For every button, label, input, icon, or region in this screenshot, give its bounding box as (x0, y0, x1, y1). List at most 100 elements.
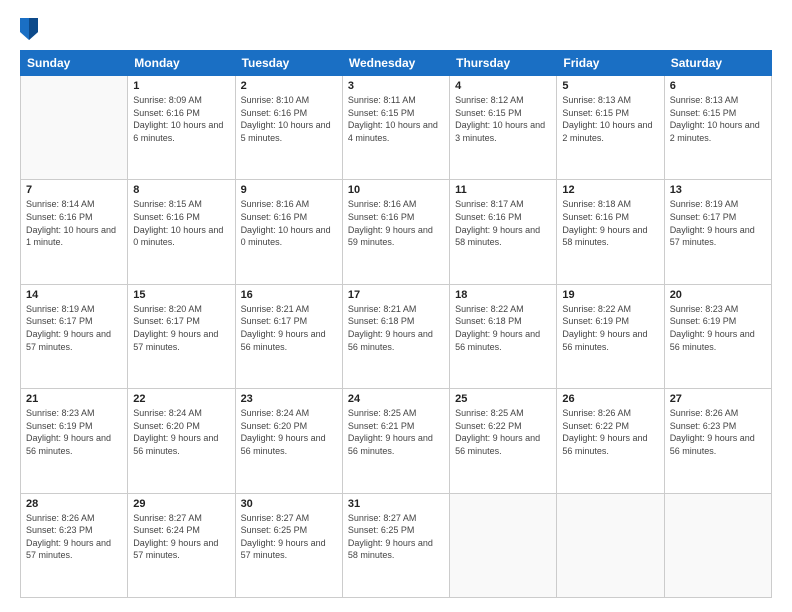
day-number: 22 (133, 393, 229, 405)
cell-info: Sunrise: 8:10 AMSunset: 6:16 PMDaylight:… (241, 94, 337, 144)
cell-info: Sunrise: 8:20 AMSunset: 6:17 PMDaylight:… (133, 303, 229, 353)
calendar-cell: 30 Sunrise: 8:27 AMSunset: 6:25 PMDayligh… (235, 493, 342, 597)
calendar-cell: 1 Sunrise: 8:09 AMSunset: 6:16 PMDaylight… (128, 76, 235, 180)
cell-info: Sunrise: 8:27 AMSunset: 6:25 PMDaylight:… (348, 512, 444, 562)
calendar-cell: 19Sunrise: 8:22 AMSunset: 6:19 PMDayligh… (557, 284, 664, 388)
day-number: 13 (670, 184, 766, 196)
day-number: 4 (455, 80, 551, 92)
calendar-cell: 7Sunrise: 8:14 AMSunset: 6:16 PMDaylight… (21, 180, 128, 284)
day-number: 15 (133, 289, 229, 301)
cell-info: Sunrise: 8:24 AMSunset: 6:20 PMDaylight:… (241, 407, 337, 457)
calendar-cell: 23 Sunrise: 8:24 AMSunset: 6:20 PMDayligh… (235, 389, 342, 493)
cell-info: Sunrise: 8:21 AMSunset: 6:18 PMDaylight:… (348, 303, 444, 353)
cell-info: Sunrise: 8:12 AMSunset: 6:15 PMDaylight:… (455, 94, 551, 144)
cell-info: Sunrise: 8:26 AMSunset: 6:23 PMDaylight:… (670, 407, 766, 457)
day-number: 14 (26, 289, 122, 301)
calendar-week-1: 7Sunrise: 8:14 AMSunset: 6:16 PMDaylight… (21, 180, 772, 284)
day-number: 24 (348, 393, 444, 405)
calendar-cell: 17 Sunrise: 8:21 AMSunset: 6:18 PMDayligh… (342, 284, 449, 388)
day-number: 11 (455, 184, 551, 196)
cell-info: Sunrise: 8:19 AMSunset: 6:17 PMDaylight:… (670, 198, 766, 248)
day-header-friday: Friday (557, 51, 664, 76)
calendar-header-row: SundayMondayTuesdayWednesdayThursdayFrid… (21, 51, 772, 76)
cell-info: Sunrise: 8:26 AMSunset: 6:23 PMDaylight:… (26, 512, 122, 562)
day-number: 27 (670, 393, 766, 405)
cell-info: Sunrise: 8:19 AMSunset: 6:17 PMDaylight:… (26, 303, 122, 353)
calendar-week-4: 28 Sunrise: 8:26 AMSunset: 6:23 PMDayligh… (21, 493, 772, 597)
logo-icon (20, 18, 38, 40)
calendar-cell: 9Sunrise: 8:16 AMSunset: 6:16 PMDaylight… (235, 180, 342, 284)
day-number: 18 (455, 289, 551, 301)
cell-info: Sunrise: 8:17 AMSunset: 6:16 PMDaylight:… (455, 198, 551, 248)
cell-info: Sunrise: 8:25 AMSunset: 6:21 PMDaylight:… (348, 407, 444, 457)
calendar-cell: 26 Sunrise: 8:26 AMSunset: 6:22 PMDayligh… (557, 389, 664, 493)
cell-info: Sunrise: 8:18 AMSunset: 6:16 PMDaylight:… (562, 198, 658, 248)
day-number: 20 (670, 289, 766, 301)
calendar-cell: 31 Sunrise: 8:27 AMSunset: 6:25 PMDayligh… (342, 493, 449, 597)
calendar-cell: 5 Sunrise: 8:13 AMSunset: 6:15 PMDaylight… (557, 76, 664, 180)
day-number: 31 (348, 498, 444, 510)
day-number: 12 (562, 184, 658, 196)
cell-info: Sunrise: 8:16 AMSunset: 6:16 PMDaylight:… (241, 198, 337, 248)
calendar-table: SundayMondayTuesdayWednesdayThursdayFrid… (20, 50, 772, 598)
day-header-wednesday: Wednesday (342, 51, 449, 76)
day-header-monday: Monday (128, 51, 235, 76)
calendar-cell: 6 Sunrise: 8:13 AMSunset: 6:15 PMDaylight… (664, 76, 771, 180)
day-number: 26 (562, 393, 658, 405)
calendar-cell: 29Sunrise: 8:27 AMSunset: 6:24 PMDayligh… (128, 493, 235, 597)
day-header-sunday: Sunday (21, 51, 128, 76)
day-number: 19 (562, 289, 658, 301)
calendar-cell: 16Sunrise: 8:21 AMSunset: 6:17 PMDayligh… (235, 284, 342, 388)
calendar-cell: 24 Sunrise: 8:25 AMSunset: 6:21 PMDayligh… (342, 389, 449, 493)
calendar-cell: 18Sunrise: 8:22 AMSunset: 6:18 PMDayligh… (450, 284, 557, 388)
calendar-cell: 3Sunrise: 8:11 AMSunset: 6:15 PMDaylight… (342, 76, 449, 180)
calendar-cell: 13 Sunrise: 8:19 AMSunset: 6:17 PMDayligh… (664, 180, 771, 284)
cell-info: Sunrise: 8:24 AMSunset: 6:20 PMDaylight:… (133, 407, 229, 457)
calendar-cell: 28 Sunrise: 8:26 AMSunset: 6:23 PMDayligh… (21, 493, 128, 597)
calendar-week-2: 14 Sunrise: 8:19 AMSunset: 6:17 PMDayligh… (21, 284, 772, 388)
day-number: 6 (670, 80, 766, 92)
day-header-saturday: Saturday (664, 51, 771, 76)
cell-info: Sunrise: 8:09 AMSunset: 6:16 PMDaylight:… (133, 94, 229, 144)
day-number: 25 (455, 393, 551, 405)
cell-info: Sunrise: 8:13 AMSunset: 6:15 PMDaylight:… (562, 94, 658, 144)
cell-info: Sunrise: 8:26 AMSunset: 6:22 PMDaylight:… (562, 407, 658, 457)
cell-info: Sunrise: 8:14 AMSunset: 6:16 PMDaylight:… (26, 198, 122, 248)
day-header-tuesday: Tuesday (235, 51, 342, 76)
cell-info: Sunrise: 8:27 AMSunset: 6:25 PMDaylight:… (241, 512, 337, 562)
calendar-cell (557, 493, 664, 597)
calendar-cell: 4 Sunrise: 8:12 AMSunset: 6:15 PMDaylight… (450, 76, 557, 180)
cell-info: Sunrise: 8:11 AMSunset: 6:15 PMDaylight:… (348, 94, 444, 144)
day-number: 2 (241, 80, 337, 92)
calendar-cell: 21Sunrise: 8:23 AMSunset: 6:19 PMDayligh… (21, 389, 128, 493)
calendar-cell: 27 Sunrise: 8:26 AMSunset: 6:23 PMDayligh… (664, 389, 771, 493)
cell-info: Sunrise: 8:13 AMSunset: 6:15 PMDaylight:… (670, 94, 766, 144)
calendar-cell: 2 Sunrise: 8:10 AMSunset: 6:16 PMDaylight… (235, 76, 342, 180)
day-number: 17 (348, 289, 444, 301)
calendar-cell: 8Sunrise: 8:15 AMSunset: 6:16 PMDaylight… (128, 180, 235, 284)
day-number: 5 (562, 80, 658, 92)
calendar-cell: 20 Sunrise: 8:23 AMSunset: 6:19 PMDayligh… (664, 284, 771, 388)
calendar-cell: 12 Sunrise: 8:18 AMSunset: 6:16 PMDayligh… (557, 180, 664, 284)
header (20, 18, 772, 40)
calendar-cell (21, 76, 128, 180)
day-number: 1 (133, 80, 229, 92)
calendar-cell: 10Sunrise: 8:16 AMSunset: 6:16 PMDayligh… (342, 180, 449, 284)
calendar-cell (664, 493, 771, 597)
calendar-cell: 14 Sunrise: 8:19 AMSunset: 6:17 PMDayligh… (21, 284, 128, 388)
day-number: 16 (241, 289, 337, 301)
day-number: 10 (348, 184, 444, 196)
day-number: 30 (241, 498, 337, 510)
logo (20, 18, 41, 40)
calendar-cell (450, 493, 557, 597)
day-number: 28 (26, 498, 122, 510)
cell-info: Sunrise: 8:25 AMSunset: 6:22 PMDaylight:… (455, 407, 551, 457)
page: SundayMondayTuesdayWednesdayThursdayFrid… (0, 0, 792, 612)
day-number: 29 (133, 498, 229, 510)
calendar-cell: 25 Sunrise: 8:25 AMSunset: 6:22 PMDayligh… (450, 389, 557, 493)
day-number: 23 (241, 393, 337, 405)
cell-info: Sunrise: 8:23 AMSunset: 6:19 PMDaylight:… (670, 303, 766, 353)
calendar-week-0: 1 Sunrise: 8:09 AMSunset: 6:16 PMDaylight… (21, 76, 772, 180)
calendar-cell: 15 Sunrise: 8:20 AMSunset: 6:17 PMDayligh… (128, 284, 235, 388)
calendar-cell: 11 Sunrise: 8:17 AMSunset: 6:16 PMDayligh… (450, 180, 557, 284)
